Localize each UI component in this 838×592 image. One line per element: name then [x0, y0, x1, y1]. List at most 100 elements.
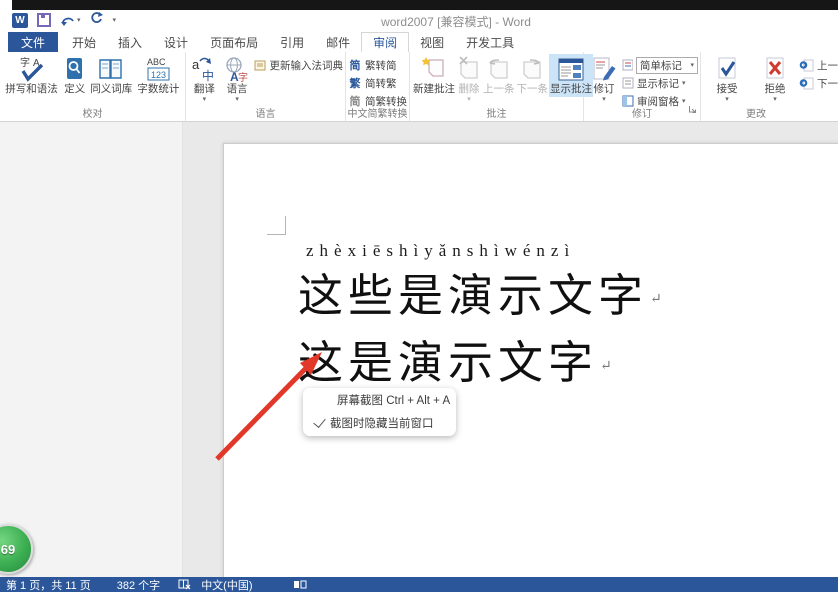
- delete-comment-button[interactable]: 删除: [456, 54, 482, 104]
- define-icon: [65, 55, 84, 83]
- tab-review[interactable]: 审阅: [361, 32, 409, 52]
- page-info[interactable]: 第 1 页，共 11 页: [6, 577, 91, 592]
- undo-button[interactable]: [60, 14, 81, 27]
- reviewing-pane-dropdown-icon: [682, 98, 686, 105]
- spelling-grammar-button[interactable]: 字 A 拼写和语法: [2, 54, 61, 97]
- redo-icon: [90, 11, 104, 24]
- title-bar: word2007 [兼容模式] - Word: [0, 10, 838, 32]
- tab-mailings[interactable]: 邮件: [315, 32, 361, 52]
- simple-markup-select[interactable]: 简单标记: [622, 56, 698, 74]
- next-comment-button[interactable]: 下一条: [516, 54, 550, 97]
- traditional-to-simplified-button[interactable]: 繁转简: [348, 56, 407, 74]
- translate-icon: a 中: [191, 55, 217, 83]
- update-ime-dictionary-button[interactable]: 更新输入法词典: [254, 56, 344, 74]
- show-markup-button[interactable]: 显示标记: [622, 74, 698, 92]
- tab-view[interactable]: 视图: [409, 32, 455, 52]
- next-comment-icon: [520, 55, 544, 83]
- paragraph-mark-icon: [600, 359, 612, 374]
- group-comments: 新建批注 删除 上一条: [410, 52, 584, 121]
- redo-button[interactable]: [90, 11, 104, 29]
- previous-change-button[interactable]: 上一条: [799, 56, 838, 74]
- left-canvas-margin: [0, 122, 183, 577]
- define-button[interactable]: 定义: [61, 54, 89, 97]
- group-tracking: 修订 简单标记 显示标记: [584, 52, 701, 121]
- show-comments-icon: [558, 55, 584, 83]
- traditional-char-icon: [348, 75, 362, 91]
- track-changes-icon: [592, 55, 617, 83]
- save-icon[interactable]: [37, 13, 51, 27]
- track-changes-button[interactable]: 修订: [586, 54, 622, 104]
- tab-references[interactable]: 引用: [269, 32, 315, 52]
- simplified-to-traditional-button[interactable]: 简转繁: [348, 74, 407, 92]
- delete-comment-dropdown-icon: [467, 96, 471, 103]
- delete-comment-icon: [457, 55, 481, 83]
- svg-text:a: a: [192, 57, 200, 72]
- svg-text:123: 123: [151, 70, 166, 80]
- group-language: a 中 翻译 A 字: [186, 52, 346, 121]
- ribbon: 字 A 拼写和语法 定义: [0, 52, 838, 122]
- next-change-icon: [799, 77, 814, 90]
- word-count-icon: ABC 123: [145, 55, 171, 83]
- undo-dropdown-icon[interactable]: [77, 17, 81, 24]
- simple-markup-icon: [622, 59, 633, 71]
- svg-text:字: 字: [238, 71, 248, 83]
- new-comment-button[interactable]: 新建批注: [412, 54, 456, 97]
- document-area: zhèxiēshìyǎnshìwénzì 这些是演示文字 这是演示文字: [0, 122, 838, 577]
- next-change-button[interactable]: 下一条: [799, 74, 838, 92]
- tab-file[interactable]: 文件: [8, 32, 58, 52]
- word-app-icon[interactable]: [12, 13, 28, 28]
- simple-markup-dropdown-icon: [690, 62, 694, 69]
- accept-dropdown-icon: [725, 96, 729, 103]
- group-chinese-conversion: 繁转简 简转繁 简繁转换 中文简繁转换: [346, 52, 410, 121]
- thesaurus-icon: [98, 55, 124, 83]
- group-label-tracking: 修订: [584, 105, 700, 120]
- language-icon: A 字: [224, 55, 250, 83]
- show-markup-dropdown-icon: [682, 80, 686, 87]
- tab-page-layout[interactable]: 页面布局: [199, 32, 269, 52]
- red-annotation-arrow: [205, 342, 335, 467]
- accept-button[interactable]: 接受: [709, 54, 745, 104]
- previous-comment-icon: [487, 55, 511, 83]
- simplified-char-icon: [348, 57, 362, 73]
- input-mode-icon[interactable]: [293, 580, 307, 589]
- svg-text:ABC: ABC: [147, 57, 166, 67]
- thesaurus-button[interactable]: 同义词库: [89, 54, 134, 97]
- pinyin-line: zhèxiēshìyǎnshìwénzì: [306, 241, 575, 261]
- svg-text:字: 字: [20, 56, 30, 69]
- group-label-comments: 批注: [410, 105, 583, 120]
- word-count-button[interactable]: ABC 123 字数统计: [134, 54, 183, 97]
- tab-design[interactable]: 设计: [153, 32, 199, 52]
- tab-home[interactable]: 开始: [61, 32, 107, 52]
- group-proofing: 字 A 拼写和语法 定义: [0, 52, 186, 121]
- tab-developer[interactable]: 开发工具: [455, 32, 525, 52]
- group-label-changes: 更改: [701, 105, 811, 120]
- quick-access-toolbar: [12, 11, 116, 29]
- language-status[interactable]: 中文(中国): [201, 577, 252, 592]
- reject-dropdown-icon: [773, 96, 777, 103]
- previous-change-icon: [799, 59, 814, 72]
- customize-qat-icon[interactable]: [113, 17, 117, 24]
- ribbon-tab-bar: 文件 开始 插入 设计 页面布局 引用 邮件 审阅 视图 开发工具: [0, 32, 838, 52]
- group-label-proofing: 校对: [0, 105, 185, 120]
- update-ime-dictionary-icon: [254, 59, 267, 71]
- reject-button[interactable]: 拒绝: [757, 54, 793, 104]
- translate-dropdown-icon: [203, 96, 207, 103]
- proofing-error-icon[interactable]: [178, 579, 191, 590]
- margin-crop-mark: [267, 216, 286, 235]
- window-title: word2007 [兼容模式] - Word: [300, 13, 612, 30]
- reject-icon: [763, 55, 787, 83]
- undo-icon: [60, 14, 75, 27]
- group-label-chinese-conversion: 中文简繁转换: [346, 105, 409, 120]
- paragraph-mark-icon: [650, 292, 662, 307]
- new-comment-icon: [421, 55, 447, 83]
- language-button[interactable]: A 字 语言: [221, 54, 254, 104]
- word-window: word2007 [兼容模式] - Word 文件 开始 插入 设计 页面布局 …: [0, 0, 838, 592]
- translate-button[interactable]: a 中 翻译: [188, 54, 221, 104]
- previous-comment-button[interactable]: 上一条: [482, 54, 516, 97]
- badge-count: 69: [1, 542, 15, 557]
- group-changes: 接受 拒绝: [701, 52, 838, 121]
- track-changes-dropdown-icon: [602, 96, 606, 103]
- group-label-language: 语言: [186, 105, 345, 120]
- word-count-status[interactable]: 382 个字: [117, 577, 160, 592]
- tab-insert[interactable]: 插入: [107, 32, 153, 52]
